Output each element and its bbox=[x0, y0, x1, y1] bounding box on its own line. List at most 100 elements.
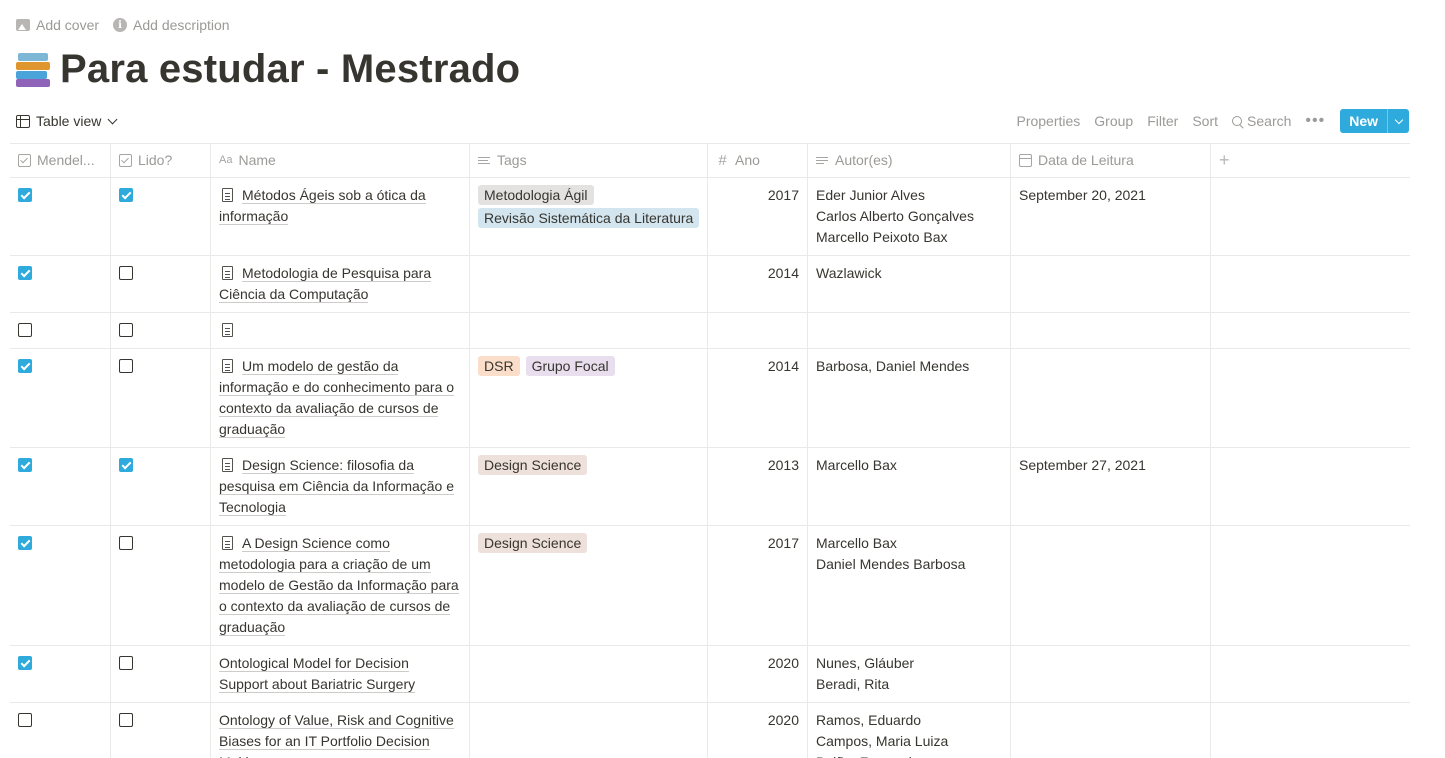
cell-data-leitura[interactable] bbox=[1011, 349, 1211, 447]
checkbox[interactable] bbox=[18, 536, 32, 550]
cell-name[interactable]: Ontological Model for Decision Support a… bbox=[211, 646, 470, 702]
cell-ano[interactable]: 2014 bbox=[708, 349, 808, 447]
search-button[interactable]: Search bbox=[1225, 113, 1298, 129]
cell-mendeley[interactable] bbox=[10, 703, 111, 758]
cell-tags[interactable]: Design Science bbox=[470, 526, 708, 645]
cell-lido[interactable] bbox=[111, 526, 211, 645]
cell-name[interactable]: A Design Science como metodologia para a… bbox=[211, 526, 470, 645]
checkbox[interactable] bbox=[119, 713, 133, 727]
cell-autores[interactable] bbox=[808, 313, 1011, 348]
cell-autores[interactable]: Ramos, Eduardo Campos, Maria Luiza Baião, … bbox=[808, 703, 1011, 758]
cell-name[interactable]: Ontology of Value, Risk and Cognitive Bi… bbox=[211, 703, 470, 758]
cell-autores[interactable]: Wazlawick bbox=[808, 256, 1011, 312]
checkbox[interactable] bbox=[119, 266, 133, 280]
cell-data-leitura[interactable] bbox=[1011, 526, 1211, 645]
add-cover-button[interactable]: Add cover bbox=[16, 17, 99, 33]
cell-mendeley[interactable] bbox=[10, 313, 111, 348]
column-header-name[interactable]: Aa Name bbox=[211, 144, 470, 177]
page-link[interactable]: Métodos Ágeis sob a ótica da informação bbox=[219, 187, 426, 225]
page-link[interactable]: Ontological Model for Decision Support a… bbox=[219, 655, 416, 693]
cell-data-leitura[interactable] bbox=[1011, 703, 1211, 758]
column-header-ano[interactable]: # Ano bbox=[708, 144, 808, 177]
cell-autores[interactable]: Nunes, Gláuber Beradi, Rita bbox=[808, 646, 1011, 702]
cell-mendeley[interactable] bbox=[10, 448, 111, 525]
view-selector[interactable]: Table view bbox=[16, 113, 118, 129]
cell-mendeley[interactable] bbox=[10, 256, 111, 312]
add-description-button[interactable]: i Add description bbox=[113, 17, 230, 33]
cell-autores[interactable]: Eder Junior Alves Carlos Alberto Gonçalve… bbox=[808, 178, 1011, 255]
page-title[interactable]: Para estudar - Mestrado bbox=[60, 47, 520, 92]
checkbox[interactable] bbox=[18, 458, 32, 472]
column-header-data-leitura[interactable]: Data de Leitura bbox=[1011, 144, 1211, 177]
more-options-icon[interactable]: ••• bbox=[1298, 112, 1332, 130]
checkbox[interactable] bbox=[18, 713, 32, 727]
cell-ano[interactable] bbox=[708, 313, 808, 348]
filter-button[interactable]: Filter bbox=[1140, 113, 1185, 129]
checkbox[interactable] bbox=[119, 536, 133, 550]
cell-autores[interactable]: Marcello Bax Daniel Mendes Barbosa bbox=[808, 526, 1011, 645]
cell-lido[interactable] bbox=[111, 349, 211, 447]
checkbox[interactable] bbox=[18, 656, 32, 670]
cell-name[interactable]: Um modelo de gestão da informação e do c… bbox=[211, 349, 470, 447]
cell-mendeley[interactable] bbox=[10, 646, 111, 702]
checkbox[interactable] bbox=[119, 323, 133, 337]
add-column-button[interactable]: + bbox=[1211, 144, 1410, 177]
page-link[interactable]: Metodologia de Pesquisa para Ciência da … bbox=[219, 265, 432, 303]
cell-name[interactable]: Design Science: filosofia da pesquisa em… bbox=[211, 448, 470, 525]
cell-autores[interactable]: Barbosa, Daniel Mendes bbox=[808, 349, 1011, 447]
cell-name[interactable] bbox=[211, 313, 470, 348]
cell-ano[interactable]: 2020 bbox=[708, 646, 808, 702]
page-link[interactable]: Um modelo de gestão da informação e do c… bbox=[219, 358, 455, 438]
cell-data-leitura[interactable] bbox=[1011, 646, 1211, 702]
cell-tags[interactable] bbox=[470, 703, 708, 758]
checkbox[interactable] bbox=[18, 323, 32, 337]
cell-ano[interactable]: 2020 bbox=[708, 703, 808, 758]
cell-name[interactable]: Metodologia de Pesquisa para Ciência da … bbox=[211, 256, 470, 312]
page-link[interactable]: Ontology of Value, Risk and Cognitive Bi… bbox=[219, 712, 454, 758]
cell-ano[interactable]: 2013 bbox=[708, 448, 808, 525]
checkbox[interactable] bbox=[18, 188, 32, 202]
new-dropdown-button[interactable] bbox=[1387, 109, 1409, 133]
checkbox[interactable] bbox=[119, 458, 133, 472]
cell-data-leitura[interactable]: September 27, 2021 bbox=[1011, 448, 1211, 525]
cell-ano[interactable]: 2017 bbox=[708, 178, 808, 255]
cell-mendeley[interactable] bbox=[10, 349, 111, 447]
cell-mendeley[interactable] bbox=[10, 526, 111, 645]
cell-lido[interactable] bbox=[111, 703, 211, 758]
books-emoji-icon[interactable] bbox=[16, 51, 50, 87]
cell-data-leitura[interactable]: September 20, 2021 bbox=[1011, 178, 1211, 255]
properties-button[interactable]: Properties bbox=[1009, 113, 1087, 129]
checkbox[interactable] bbox=[119, 656, 133, 670]
column-header-tags[interactable]: Tags bbox=[470, 144, 708, 177]
column-header-autores[interactable]: Autor(es) bbox=[808, 144, 1011, 177]
cell-lido[interactable] bbox=[111, 448, 211, 525]
cell-tags[interactable]: DSR Grupo Focal bbox=[470, 349, 708, 447]
cell-data-leitura[interactable] bbox=[1011, 313, 1211, 348]
cell-ano[interactable]: 2017 bbox=[708, 526, 808, 645]
page-link[interactable]: Design Science: filosofia da pesquisa em… bbox=[219, 457, 455, 516]
cell-lido[interactable] bbox=[111, 646, 211, 702]
cell-tags[interactable] bbox=[470, 256, 708, 312]
checkbox[interactable] bbox=[119, 359, 133, 373]
cell-mendeley[interactable] bbox=[10, 178, 111, 255]
column-header-mendeley[interactable]: Mendel... bbox=[10, 144, 111, 177]
cell-tags[interactable]: Metodologia Ágil Revisão Sistemática da L… bbox=[470, 178, 708, 255]
cell-tags[interactable]: Design Science bbox=[470, 448, 708, 525]
cell-autores[interactable]: Marcello Bax bbox=[808, 448, 1011, 525]
cell-lido[interactable] bbox=[111, 178, 211, 255]
checkbox[interactable] bbox=[119, 188, 133, 202]
cell-data-leitura[interactable] bbox=[1011, 256, 1211, 312]
checkbox[interactable] bbox=[18, 359, 32, 373]
cell-lido[interactable] bbox=[111, 256, 211, 312]
sort-button[interactable]: Sort bbox=[1185, 113, 1225, 129]
group-button[interactable]: Group bbox=[1087, 113, 1140, 129]
page-link[interactable]: A Design Science como metodologia para a… bbox=[219, 535, 459, 636]
cell-lido[interactable] bbox=[111, 313, 211, 348]
column-header-lido[interactable]: Lido? bbox=[111, 144, 211, 177]
cell-name[interactable]: Métodos Ágeis sob a ótica da informação bbox=[211, 178, 470, 255]
new-button[interactable]: New bbox=[1340, 109, 1387, 133]
cell-tags[interactable] bbox=[470, 646, 708, 702]
cell-ano[interactable]: 2014 bbox=[708, 256, 808, 312]
cell-tags[interactable] bbox=[470, 313, 708, 348]
checkbox[interactable] bbox=[18, 266, 32, 280]
